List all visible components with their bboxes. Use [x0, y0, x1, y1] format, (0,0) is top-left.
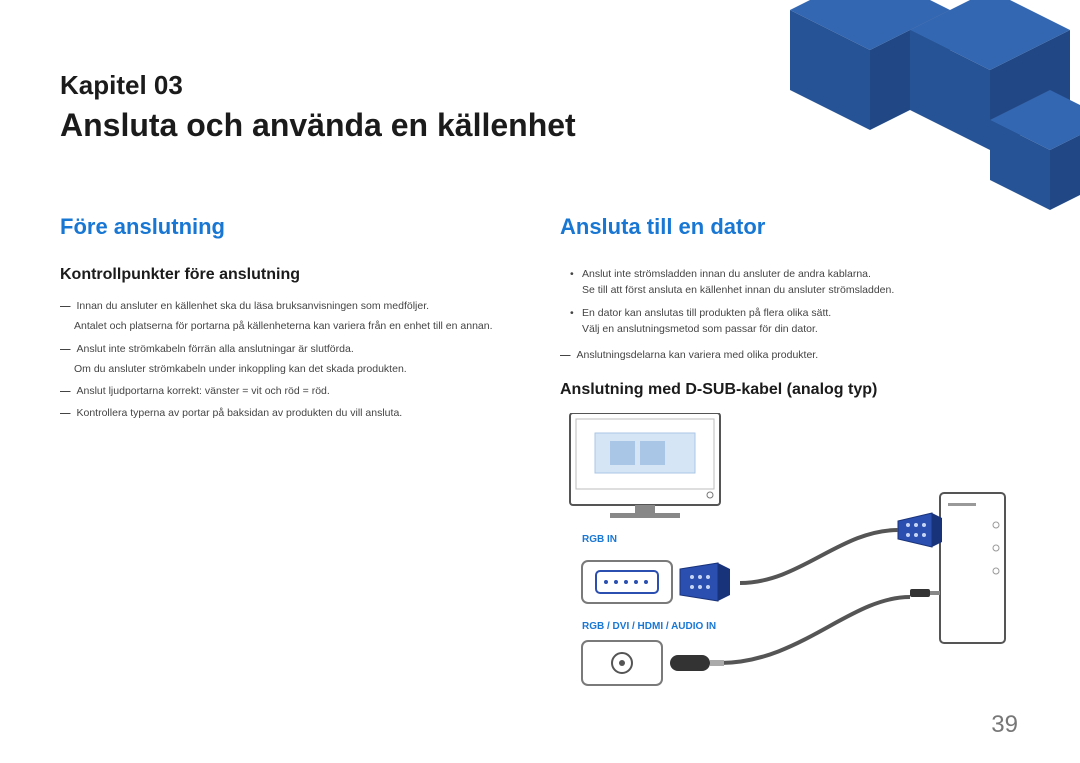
audio-in-label: RGB / DVI / HDMI / AUDIO IN [582, 621, 802, 632]
connection-diagram: RGB IN RGB / DVI / HDMI / AUDIO IN [560, 413, 1020, 748]
note-item: ― Anslut ljudportarna korrekt: vänster =… [60, 383, 520, 399]
note-text: Anslut inte strömkabeln förrän alla ansl… [77, 341, 521, 357]
rgb-in-label: RGB IN [582, 534, 732, 545]
note-dash-icon: ― [60, 383, 71, 399]
connect-pc-heading: Ansluta till en dator [560, 214, 1020, 240]
right-column: Ansluta till en dator Anslut inte ströms… [560, 214, 1020, 752]
note-item: ― Anslut inte strömkabeln förrän alla an… [60, 341, 520, 357]
note-dash-icon: ― [60, 405, 71, 421]
bullet-item: Anslut inte strömsladden innan du anslut… [560, 266, 1020, 299]
note-text: Kontrollera typerna av portar på baksida… [77, 405, 521, 421]
note-subtext: Om du ansluter strömkabeln under inkoppl… [74, 361, 520, 377]
bullet-text: Anslut inte strömsladden innan du anslut… [582, 268, 871, 280]
bullet-text: En dator kan anslutas till produkten på … [582, 307, 831, 319]
note-item: ― Innan du ansluter en källenhet ska du … [60, 298, 520, 314]
dsub-subheading: Anslutning med D-SUB-kabel (analog typ) [560, 381, 1020, 399]
checklist-subheading: Kontrollpunkter före anslutning [60, 266, 520, 284]
note-dash-icon: ― [560, 347, 571, 363]
left-column: Före anslutning Kontrollpunkter före ans… [60, 214, 520, 752]
note-dash-icon: ― [60, 341, 71, 357]
bullet-subtext: Välj en anslutningsmetod som passar för … [582, 321, 1020, 337]
note-item: ― Anslutningsdelarna kan variera med oli… [560, 347, 1020, 363]
note-dash-icon: ― [60, 298, 71, 314]
note-text: Anslut ljudportarna korrekt: vänster = v… [77, 383, 521, 399]
note-text: Anslutningsdelarna kan variera med olika… [577, 347, 1021, 363]
chapter-label: Kapitel 03 [60, 70, 1020, 101]
bullet-item: En dator kan anslutas till produkten på … [560, 305, 1020, 338]
before-connection-heading: Före anslutning [60, 214, 520, 240]
bullet-subtext: Se till att först ansluta en källenhet i… [582, 282, 1020, 298]
note-subtext: Antalet och platserna för portarna på kä… [74, 318, 520, 334]
note-text: Innan du ansluter en källenhet ska du lä… [77, 298, 521, 314]
chapter-title: Ansluta och använda en källenhet [60, 107, 1020, 144]
note-item: ― Kontrollera typerna av portar på baksi… [60, 405, 520, 421]
